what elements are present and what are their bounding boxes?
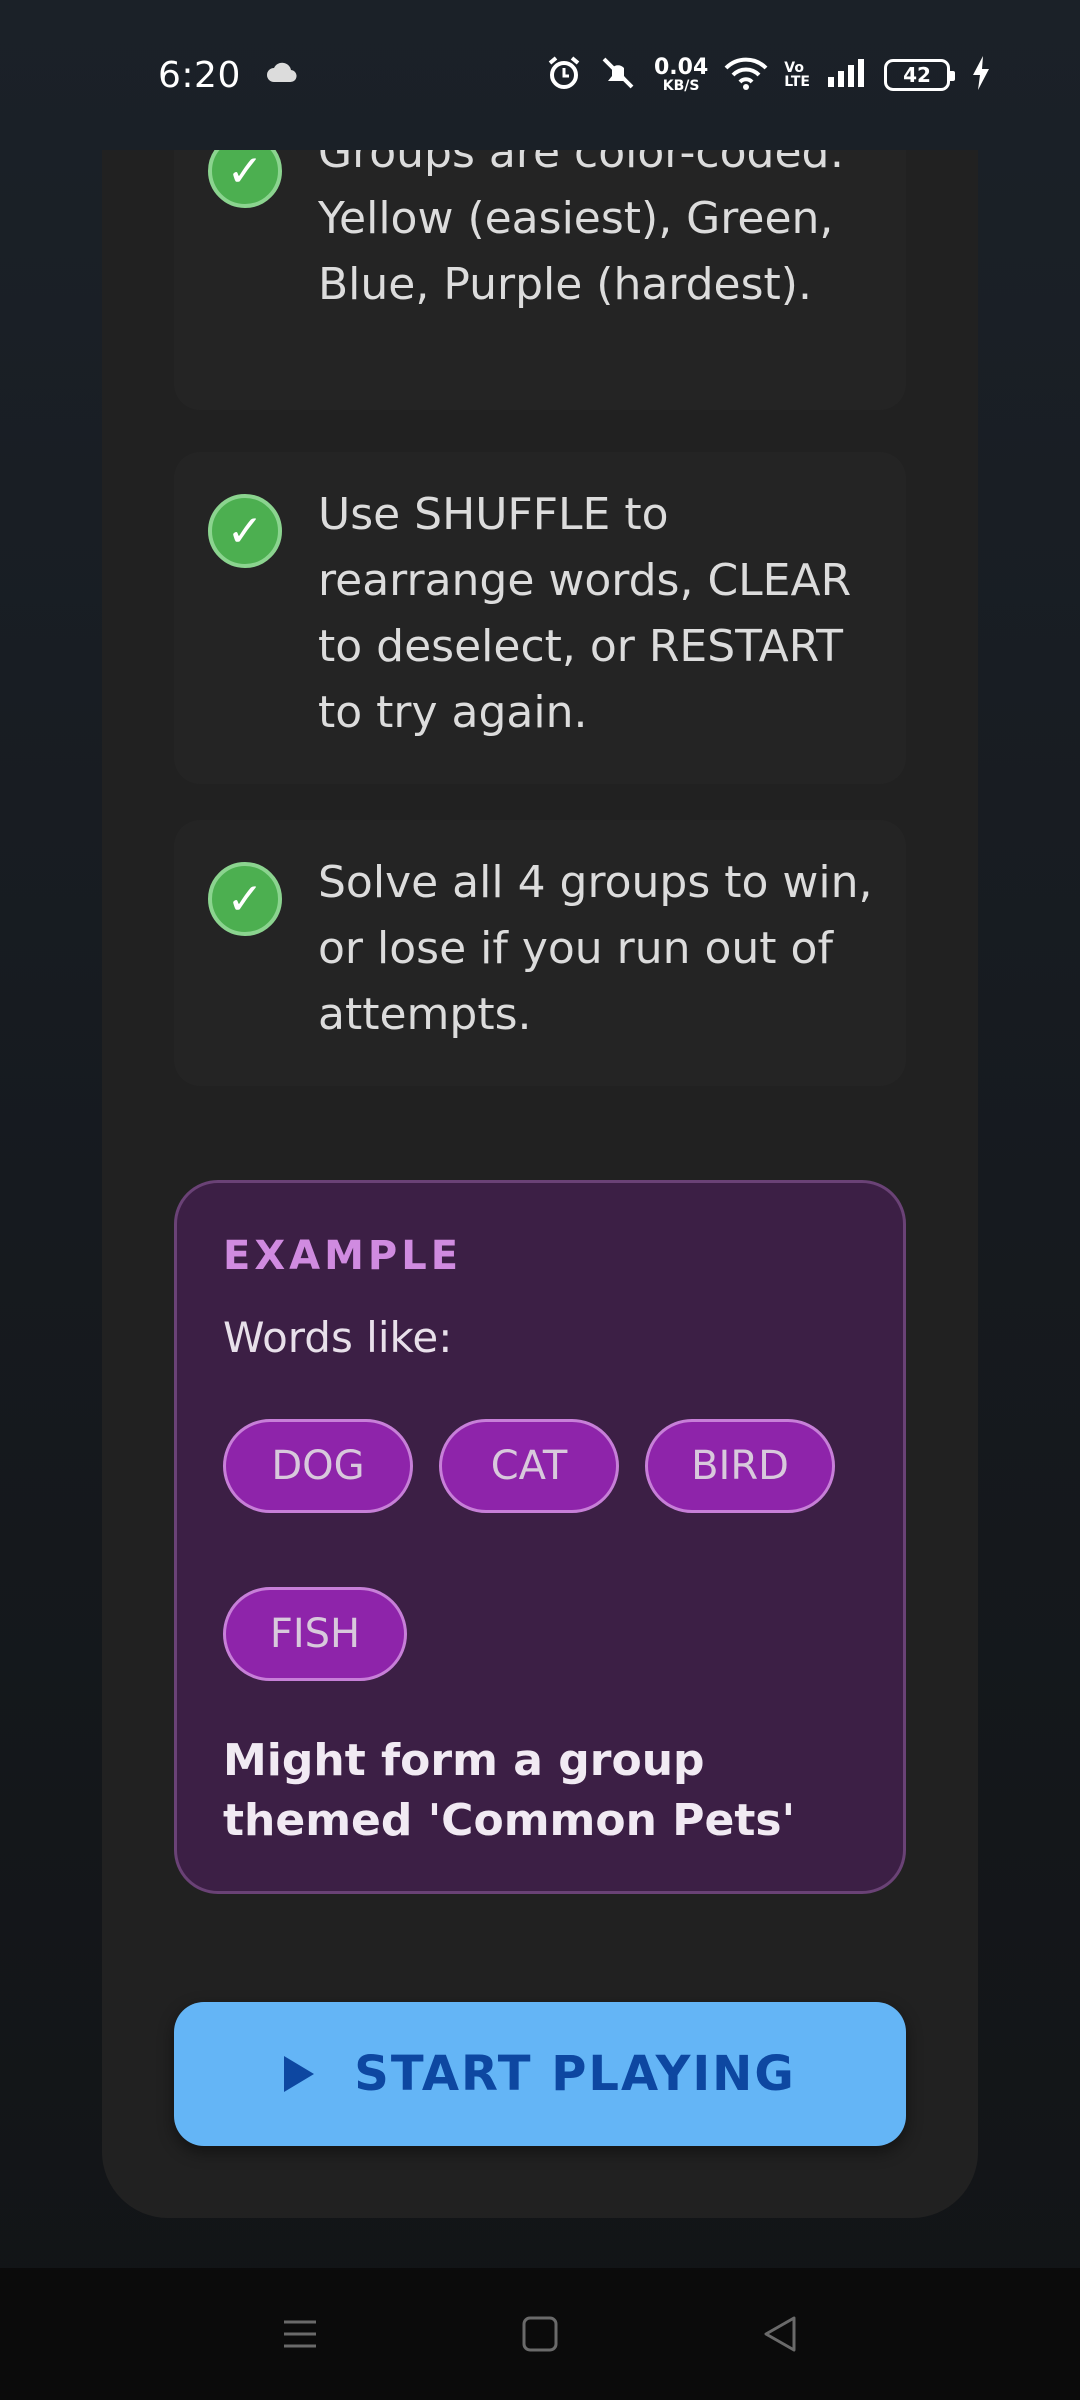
start-playing-button[interactable]: START PLAYING — [174, 2002, 906, 2146]
rule-item: ✓ Use SHUFFLE to rearrange words, CLEAR … — [174, 452, 906, 784]
example-title: EXAMPLE — [223, 1233, 463, 1279]
rule-text: Use SHUFFLE to rearrange words, CLEAR to… — [318, 489, 852, 738]
word-chip: DOG — [223, 1419, 413, 1513]
volte-top: Vo — [784, 60, 804, 76]
rule-item: ✓ Solve all 4 groups to win, or lose if … — [174, 820, 906, 1086]
rule-text: Groups are color-coded: Yellow (easiest)… — [318, 150, 845, 310]
check-icon: ✓ — [208, 862, 282, 936]
wifi-icon — [724, 56, 768, 94]
word-chip: CAT — [439, 1419, 619, 1513]
check-icon: ✓ — [208, 150, 282, 208]
system-nav-bar — [0, 2268, 1080, 2400]
how-to-play-card: ✓ Groups are color-coded: Yellow (easies… — [102, 150, 978, 2218]
volte-indicator: Vo LTE — [784, 61, 810, 89]
example-subtitle: Words like: — [223, 1313, 453, 1362]
signal-icon — [826, 57, 868, 93]
rule-text: Solve all 4 groups to win, or lose if yo… — [318, 857, 873, 1040]
mute-icon — [598, 55, 638, 95]
rule-item: ✓ Groups are color-coded: Yellow (easies… — [174, 150, 906, 410]
net-speed-unit: KB/S — [662, 78, 700, 94]
play-icon — [284, 2056, 315, 2092]
battery-icon: 42 — [884, 59, 955, 91]
weather-cloud-icon — [265, 62, 299, 88]
status-bar: 6:20 0.04 KB/S Vo LTE 42 — [0, 0, 1080, 150]
charging-icon — [972, 56, 990, 94]
volte-bottom: LTE — [784, 74, 810, 90]
net-speed: 0.04 KB/S — [654, 55, 709, 94]
alarm-icon — [546, 55, 582, 95]
status-left: 6:20 — [158, 55, 299, 96]
back-icon[interactable] — [750, 2304, 810, 2364]
word-chip: FISH — [223, 1587, 407, 1681]
menu-icon[interactable] — [270, 2304, 330, 2364]
home-icon[interactable] — [510, 2304, 570, 2364]
check-icon: ✓ — [208, 494, 282, 568]
word-chip: BIRD — [645, 1419, 835, 1513]
status-right: 0.04 KB/S Vo LTE 42 — [546, 55, 990, 95]
example-box: EXAMPLE Words like: DOG CAT BIRD FISH Mi… — [174, 1180, 906, 1894]
start-playing-label: START PLAYING — [354, 2046, 796, 2102]
example-note: Might form a group themed 'Common Pets' — [223, 1735, 796, 1846]
net-speed-value: 0.04 — [654, 55, 709, 80]
status-time: 6:20 — [158, 54, 241, 96]
